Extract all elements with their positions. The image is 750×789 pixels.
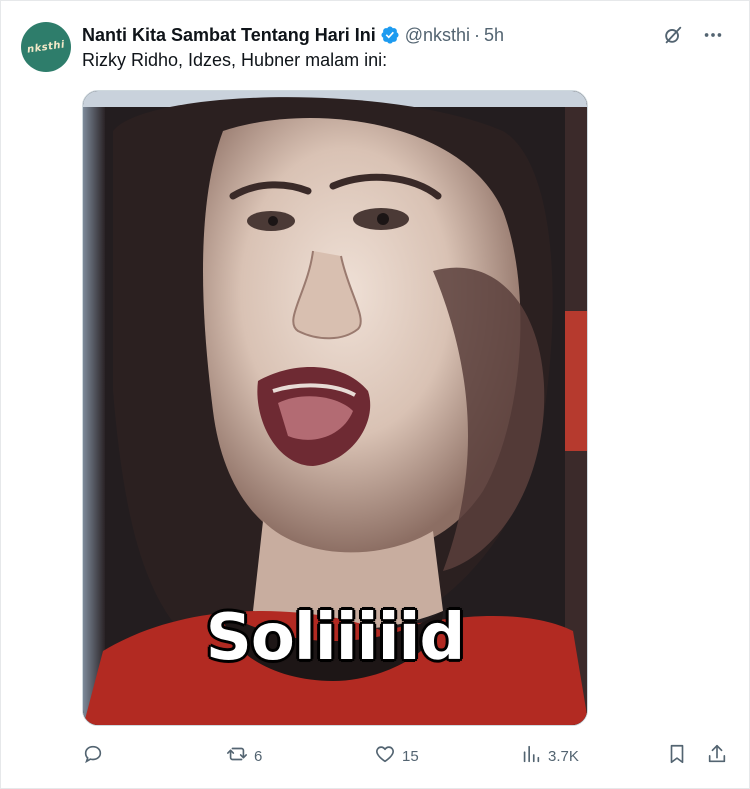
separator-dot: · bbox=[474, 24, 481, 45]
meme-caption: Soliiiiid bbox=[205, 601, 466, 675]
tweet-text: Rizky Ridho, Idzes, Hubner malam ini: bbox=[82, 50, 388, 70]
avatar[interactable]: nksthi bbox=[21, 22, 71, 72]
tweet-actions-bar: 6 15 3.7K bbox=[82, 741, 732, 771]
share-icon bbox=[706, 743, 728, 769]
like-icon bbox=[374, 743, 396, 769]
grok-icon[interactable] bbox=[661, 23, 685, 47]
bookmark-icon bbox=[666, 743, 688, 769]
retweet-button[interactable]: 6 bbox=[226, 741, 262, 771]
verified-badge-icon[interactable] bbox=[380, 25, 400, 45]
tweet-header: Nanti Kita Sambat Tentang Hari Ini @nkst… bbox=[82, 23, 504, 47]
more-icon[interactable] bbox=[701, 23, 725, 47]
views-count: 3.7K bbox=[548, 747, 579, 765]
timestamp[interactable]: 5h bbox=[484, 25, 504, 46]
display-name[interactable]: Nanti Kita Sambat Tentang Hari Ini bbox=[82, 25, 376, 46]
like-count: 15 bbox=[402, 747, 419, 765]
reply-button[interactable] bbox=[82, 741, 110, 771]
user-handle[interactable]: @nksthi bbox=[405, 25, 470, 46]
like-button[interactable]: 15 bbox=[374, 741, 419, 771]
retweet-count: 6 bbox=[254, 747, 263, 765]
reply-icon bbox=[82, 743, 104, 769]
bookmark-button[interactable] bbox=[666, 741, 688, 771]
views-icon bbox=[520, 743, 542, 769]
tweet-media-image[interactable]: Soliiiiid bbox=[82, 90, 588, 726]
views-button[interactable]: 3.7K bbox=[520, 741, 579, 771]
retweet-icon bbox=[226, 743, 248, 769]
tweet-top-actions bbox=[661, 23, 725, 47]
avatar-text: nksthi bbox=[26, 38, 66, 56]
share-button[interactable] bbox=[706, 741, 728, 771]
tweet-card: nksthi Nanti Kita Sambat Tentang Hari In… bbox=[0, 0, 750, 789]
